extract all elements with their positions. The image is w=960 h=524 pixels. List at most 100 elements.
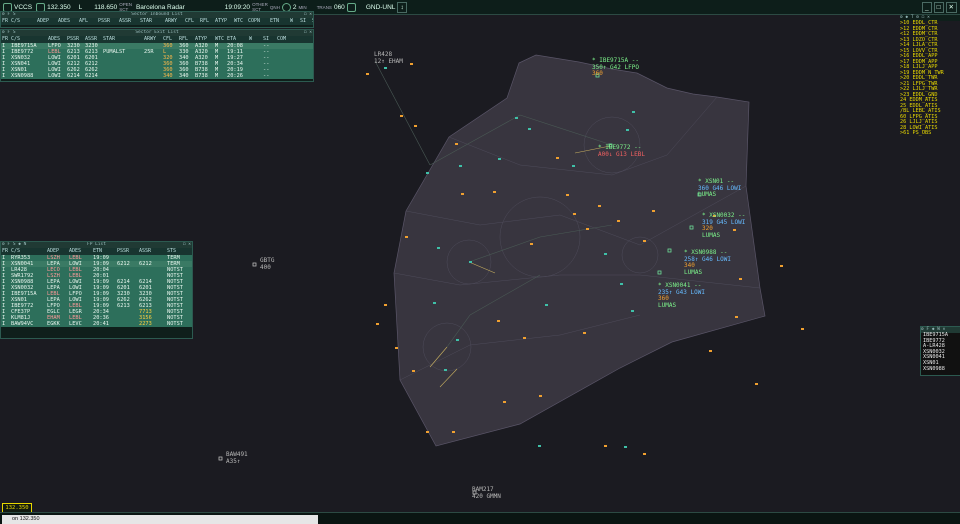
column-header: ETN — [93, 248, 103, 254]
column-header: SI — [263, 36, 270, 42]
table-cell: -- — [263, 73, 270, 79]
table-cell: 6214 — [85, 73, 98, 79]
column-header: ADES — [48, 36, 61, 42]
table-cell: LEVC — [69, 321, 82, 327]
column-header: ARWY — [165, 18, 178, 24]
sector-exit-title[interactable]: ⚙ F S Sector Exit List ◻ ✕ — [1, 30, 313, 36]
column-header: RFL — [200, 18, 210, 24]
column-header: ASSR — [85, 36, 98, 42]
secondary-frequency[interactable]: 118.650 — [94, 4, 117, 11]
column-header: ADES — [58, 18, 71, 24]
table-cell: 340 — [163, 73, 173, 79]
column-header: WTC — [234, 18, 244, 24]
table-cell: M — [215, 73, 219, 79]
label-bam217[interactable]: BAM217 420 GMMN — [472, 486, 501, 500]
column-header: AFL — [79, 18, 89, 24]
label-ibe9715a[interactable]: * IBE9715A -- 350↑ G42 LFPO 360 — [592, 57, 639, 78]
qnh-small: QNH — [269, 4, 280, 10]
level-filter[interactable]: GND-UNL — [366, 4, 396, 11]
fp-list-title[interactable]: ⚙ F S ◆ N FP List ◻ ✕ — [1, 242, 192, 248]
column-header: RFL — [179, 36, 189, 42]
window-controls: _ □ ✕ — [921, 1, 957, 13]
label-baw491[interactable]: BAW491 A35↑ — [226, 451, 248, 465]
level-filter-block[interactable]: GND-UNL ↕ — [366, 1, 407, 13]
command-input[interactable]: on 132.350 — [2, 515, 318, 524]
atc-station-list[interactable]: ⚙ ◆ T ⚙ ◻ ✕ >10 EDDL_CTR >12 EDDM_CTR <12 … — [900, 15, 960, 147]
column-header: ARWY — [144, 36, 157, 42]
label-xsn0041[interactable]: * XSN0041 -- 235↑ G43 LOWI 360 LUMAS — [658, 282, 705, 309]
column-header: W — [290, 18, 294, 24]
column-header: ETN — [270, 18, 280, 24]
sector-exit-list[interactable]: ⚙ F S Sector Exit List ◻ ✕ FR C/S ADES PSSR AS… — [0, 29, 314, 82]
label-xsn0032[interactable]: * XSN0032 -- 319 G45 LOWI 320 LUMAS — [702, 212, 745, 239]
close-icon[interactable]: ✕ — [945, 1, 957, 13]
column-header: C/S — [11, 36, 21, 42]
column-header: COPN — [248, 18, 261, 24]
column-header: ETA — [227, 36, 237, 42]
column-header: COM — [277, 36, 287, 42]
label-gbtg[interactable]: GBTG 400 — [260, 257, 274, 271]
label-ibe9772[interactable]: * IBE9772 -- A00↓ G13 LEBL — [598, 144, 645, 158]
target-gbtg[interactable] — [252, 262, 257, 267]
position-block[interactable]: Barcelona Radar — [136, 4, 185, 11]
table-cell: 6214 — [67, 73, 80, 79]
position-name[interactable]: Barcelona Radar — [136, 4, 185, 11]
table-cell — [276, 73, 292, 79]
table-cell: 20:26 — [227, 73, 243, 79]
column-header: ADEP — [37, 18, 50, 24]
target-baw491[interactable] — [218, 456, 223, 461]
min-label: MIN — [298, 4, 307, 10]
mode-label: VCCS — [14, 3, 33, 11]
column-header: C/S — [11, 248, 21, 254]
table-cell: BAW94VC — [11, 321, 34, 327]
column-header: FR — [2, 36, 9, 42]
callsign-item[interactable]: XSN0988 — [923, 366, 960, 373]
atc-station-item[interactable]: >61 PS_OBS — [900, 130, 960, 137]
column-header: ADEP — [47, 248, 60, 254]
table-cell: EGKK — [47, 321, 60, 327]
expand-icon[interactable]: ↕ — [397, 1, 407, 13]
table-row[interactable]: I BAW94VC EGKK LEVC 20:41 2273 NOTST — [1, 321, 192, 327]
table-cell: 340 — [179, 73, 189, 79]
sector-inbound-list[interactable]: ⚙ F S Sector Inbound List ◻ ✕ FR C/S ADEP ADE… — [0, 11, 314, 28]
fp-list-header: FR C/S ADEP ADES ETN PSSR ASSR STS — [1, 248, 192, 255]
table-cell: 20:41 — [93, 321, 109, 327]
sector-exit-header: FR C/S ADES PSSR ASSR STAR ARWY CFL RFL ATYP WTC ET… — [1, 36, 313, 43]
callsign-list[interactable]: ⚙ F ◆ W ✕ IBE9715A IBE9772 A-LR428 XSN0032 X… — [920, 326, 960, 376]
column-header: CFL — [185, 18, 195, 24]
sector-inbound-title[interactable]: ⚙ F S Sector Inbound List ◻ ✕ — [1, 12, 313, 18]
altitude-filter-block[interactable]: TRANS 060 — [316, 2, 356, 12]
table-cell: I — [2, 73, 6, 79]
tools-icon[interactable] — [346, 2, 356, 12]
column-header: ASSR — [119, 18, 132, 24]
trans-level[interactable]: 060 — [334, 4, 345, 11]
table-cell: LOWI — [48, 73, 61, 79]
table-cell: 2273 — [139, 321, 152, 327]
fp-list-rows: I RYR353 LSZH LEBL 19:09 TERM I XSN0041 LEPA LOWI… — [1, 255, 192, 327]
table-cell — [248, 73, 262, 79]
table-cell — [143, 73, 162, 79]
column-header: STAR — [103, 36, 116, 42]
column-header: FR — [2, 248, 9, 254]
column-header: CFL — [163, 36, 173, 42]
qnh-value: 2 — [292, 3, 297, 11]
column-header: WTC — [215, 36, 225, 42]
primary-frequency-l: L — [78, 3, 83, 11]
trans-label: TRANS — [316, 4, 332, 10]
table-cell: XSN0988 — [11, 73, 34, 79]
column-header: PSSR — [117, 248, 130, 254]
table-cell: I — [2, 321, 6, 327]
label-lr428[interactable]: LR428 12↑ EHAM — [374, 51, 403, 65]
table-cell — [116, 321, 138, 327]
sector-exit-rows: I IBE9715A LFPO 3230 3230 360 360 A320 M 20:08 -- I… — [1, 43, 313, 79]
table-cell — [102, 73, 143, 79]
table-row[interactable]: I XSN0988 LOWI 6214 6214 340 340 B738 M 20:26 -- — [1, 73, 313, 79]
label-xsn01[interactable]: * XSN01 -- 360 G46 LOWI LUMAS — [698, 178, 741, 199]
fp-list[interactable]: ⚙ F S ◆ N FP List ◻ ✕ FR C/S ADEP ADES ETN PSSR… — [0, 241, 193, 339]
column-header: C/S — [11, 18, 21, 24]
column-header: FR — [2, 18, 9, 24]
primary-frequency[interactable]: 132.350 — [47, 4, 71, 11]
maximize-icon[interactable]: □ — [933, 1, 944, 13]
minimize-icon[interactable]: _ — [921, 1, 932, 13]
label-xsn0988[interactable]: * XSN0988 -- 258↑ G46 LOWI 340 LUMAS — [684, 249, 731, 276]
